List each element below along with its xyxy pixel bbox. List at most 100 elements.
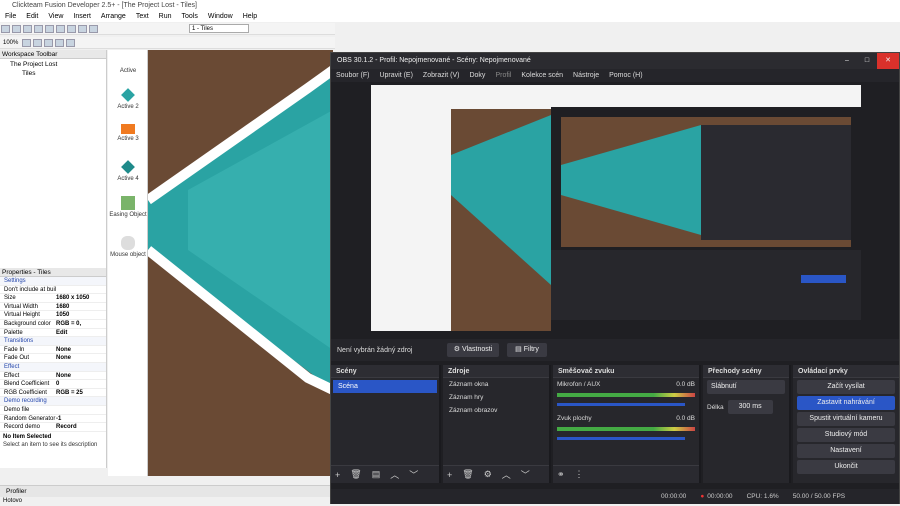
exit-button[interactable]: Ukončit: [797, 460, 895, 474]
menu-insert[interactable]: Insert: [68, 11, 96, 22]
duration-input[interactable]: 300 ms: [727, 400, 773, 414]
properties-button[interactable]: ⚙ Vlastnosti: [447, 343, 499, 357]
source-item[interactable]: Záznam obrazov: [443, 404, 549, 417]
property-row[interactable]: Virtual Width 1680: [0, 303, 106, 312]
studio-mode-button[interactable]: Studiový mód: [797, 428, 895, 442]
align-icon[interactable]: [66, 38, 76, 47]
frame-select[interactable]: 1 - Tiles: [189, 24, 249, 33]
object-active-3[interactable]: Active 3: [108, 122, 148, 158]
menu-view[interactable]: View: [43, 11, 68, 22]
menu-text[interactable]: Text: [131, 11, 154, 22]
menu-arrange[interactable]: Arrange: [96, 11, 131, 22]
preview-canvas: [371, 85, 861, 331]
property-row[interactable]: Fade In None: [0, 346, 106, 355]
object-easing[interactable]: Easing Object: [108, 194, 148, 234]
ct-menubar: File Edit View Insert Arrange Text Run Tools Win…: [0, 11, 900, 22]
redo-icon[interactable]: [78, 24, 87, 33]
transitions-title: Přechody scény: [703, 365, 789, 378]
obs-menu-docks[interactable]: Doky: [464, 69, 490, 82]
down-icon[interactable]: ﹀: [521, 468, 530, 481]
down-icon[interactable]: ﹀: [409, 468, 418, 481]
gear-icon[interactable]: ⚙: [484, 469, 492, 480]
start-stream-button[interactable]: Začít vysílat: [797, 380, 895, 394]
menu-icon[interactable]: ⋮: [575, 469, 584, 480]
trash-icon[interactable]: 🗑: [462, 469, 473, 480]
close-icon[interactable]: ✕: [877, 53, 899, 69]
property-row[interactable]: Demo file: [0, 406, 106, 415]
obs-preview[interactable]: [371, 85, 861, 331]
menu-run[interactable]: Run: [154, 11, 177, 22]
object-active-4[interactable]: Active 4: [108, 158, 148, 194]
run-icon[interactable]: [89, 24, 98, 33]
menu-file[interactable]: File: [0, 11, 21, 22]
obs-menu-edit[interactable]: Upravit (E): [374, 69, 417, 82]
obs-menu-profile[interactable]: Profil: [490, 69, 516, 82]
filters-button[interactable]: ▤ Filtry: [507, 343, 547, 357]
property-row[interactable]: Fade Out None: [0, 354, 106, 363]
tree-project[interactable]: The Project Lost: [0, 59, 106, 70]
property-key: Don't include at build time: [4, 286, 56, 293]
property-row[interactable]: Effect None: [0, 372, 106, 381]
no-item-hint: Select an item to see its description: [3, 441, 98, 448]
save-icon[interactable]: [23, 24, 32, 33]
scene-item[interactable]: Scéna: [333, 380, 437, 393]
bold-icon[interactable]: [44, 38, 54, 47]
maximize-icon[interactable]: □: [857, 53, 877, 69]
add-icon[interactable]: +: [335, 470, 340, 480]
settings-button[interactable]: Nastavení: [797, 444, 895, 458]
property-row[interactable]: Random Generator -1: [0, 415, 106, 424]
menu-edit[interactable]: Edit: [21, 11, 43, 22]
transition-select[interactable]: Slábnutí: [707, 380, 785, 394]
source-item[interactable]: Záznam okna: [443, 378, 549, 391]
property-row[interactable]: Transitions: [0, 337, 106, 346]
obs-menu-tools[interactable]: Nástroje: [568, 69, 604, 82]
property-row[interactable]: Settings: [0, 277, 106, 286]
cut-icon[interactable]: [34, 24, 43, 33]
property-row[interactable]: Background color RGB = 0,: [0, 320, 106, 329]
obs-menu-view[interactable]: Zobrazit (V): [418, 69, 465, 82]
grid-icon[interactable]: [22, 38, 32, 47]
menu-window[interactable]: Window: [203, 11, 238, 22]
filter-icon[interactable]: ▤: [372, 469, 381, 480]
volume-slider[interactable]: [557, 403, 685, 406]
object-mouse[interactable]: Mouse object: [108, 234, 148, 274]
copy-icon[interactable]: [45, 24, 54, 33]
paste-icon[interactable]: [56, 24, 65, 33]
up-icon[interactable]: ︿: [390, 468, 399, 481]
up-icon[interactable]: ︿: [502, 468, 511, 481]
mixer-channel: Mikrofon / AUX 0.0 dB: [553, 378, 699, 391]
undo-icon[interactable]: [67, 24, 76, 33]
open-icon[interactable]: [12, 24, 21, 33]
property-row[interactable]: RGB Coefficient RGB = 25: [0, 389, 106, 398]
volume-slider[interactable]: [557, 437, 685, 440]
property-row[interactable]: Demo recording: [0, 397, 106, 406]
minimize-icon[interactable]: –: [837, 53, 857, 69]
hand-icon[interactable]: [33, 38, 43, 47]
add-icon[interactable]: +: [447, 470, 452, 480]
source-item[interactable]: Záznam hry: [443, 391, 549, 404]
obs-menu-scene-collection[interactable]: Kolekce scén: [516, 69, 568, 82]
property-row[interactable]: Size 1680 x 1050: [0, 294, 106, 303]
obs-menu-help[interactable]: Pomoc (H): [604, 69, 647, 82]
property-row[interactable]: Don't include at build time: [0, 286, 106, 295]
menu-tools[interactable]: Tools: [177, 11, 203, 22]
frame-editor-stage[interactable]: [148, 50, 333, 476]
virtual-camera-button[interactable]: Spustit virtuální kameru: [797, 412, 895, 426]
object-active[interactable]: Active: [108, 50, 148, 86]
italic-icon[interactable]: [55, 38, 65, 47]
object-active-2[interactable]: Active 2: [108, 86, 148, 122]
property-row[interactable]: Palette Edit: [0, 329, 106, 338]
tab-profiler[interactable]: Profiler: [0, 488, 33, 495]
link-icon[interactable]: ⚭: [557, 469, 565, 480]
tree-frame[interactable]: Tiles: [0, 70, 106, 77]
trash-icon[interactable]: 🗑: [350, 469, 361, 480]
property-row[interactable]: Record demo Record: [0, 423, 106, 432]
new-icon[interactable]: [1, 24, 10, 33]
obs-menu-file[interactable]: Soubor (F): [331, 69, 374, 82]
property-row[interactable]: Virtual Height 1050: [0, 311, 106, 320]
stop-recording-button[interactable]: Zastavit nahrávání: [797, 396, 895, 410]
property-row[interactable]: Effect: [0, 362, 106, 372]
property-row[interactable]: Blend Coefficient 0: [0, 380, 106, 389]
menu-help[interactable]: Help: [238, 11, 262, 22]
zoom-value[interactable]: 100%: [0, 40, 21, 46]
